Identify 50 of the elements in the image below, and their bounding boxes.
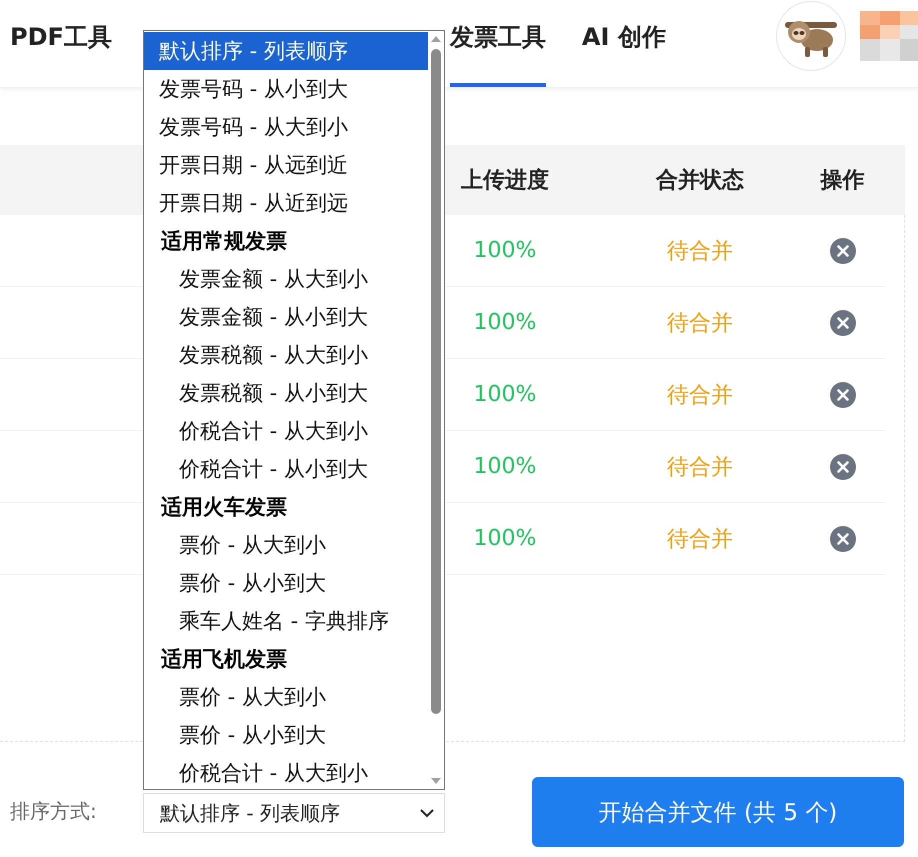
dropdown-option[interactable]: 价税合计 - 从大到小: [144, 754, 428, 789]
remove-icon[interactable]: [830, 238, 856, 264]
option-group-label: 适用火车发票: [160, 494, 288, 521]
progress-cell-text: 100%: [472, 238, 538, 263]
nav-tab[interactable]: PDF工具: [10, 0, 112, 87]
progress-cell-text: 100%: [472, 454, 538, 479]
status-cell-text: 待合并: [666, 454, 734, 482]
progress-cell-text: 100%: [472, 382, 538, 407]
dropdown-option[interactable]: 默认排序 - 列表顺序: [144, 32, 428, 70]
scroll-down-icon[interactable]: [431, 778, 441, 784]
dropdown-option[interactable]: 发票金额 - 从小到大: [144, 298, 428, 336]
status-cell-text: 待合并: [666, 238, 734, 266]
remove-icon[interactable]: [830, 526, 856, 552]
sort-label: 排序方式:: [10, 798, 97, 825]
dropdown-option[interactable]: 票价 - 从小到大: [144, 564, 428, 602]
dropdown-option[interactable]: 发票金额 - 从大到小: [144, 260, 428, 298]
remove-icon[interactable]: [830, 454, 856, 480]
dropdown-option[interactable]: 票价 - 从大到小: [144, 678, 428, 716]
column-header: 上传进度: [460, 166, 550, 195]
remove-icon[interactable]: [830, 310, 856, 336]
dropdown-option[interactable]: 发票号码 - 从小到大: [144, 70, 428, 108]
scrollbar-thumb[interactable]: [431, 49, 441, 714]
dropdown-option[interactable]: 乘车人姓名 - 字典排序: [144, 602, 428, 640]
sort-select[interactable]: 默认排序 - 列表顺序: [143, 793, 445, 833]
status-cell-text: 待合并: [666, 526, 734, 554]
nav-tab[interactable]: AI 创作: [582, 0, 666, 87]
option-group-label: 适用飞机发票: [160, 646, 288, 673]
dropdown-option[interactable]: 票价 - 从小到大: [144, 716, 428, 754]
merge-button[interactable]: 开始合并文件 (共 5 个): [532, 777, 904, 847]
scroll-up-icon[interactable]: [431, 36, 441, 42]
column-header: 合并状态: [654, 167, 745, 195]
column-header: 操作: [819, 167, 866, 195]
dropdown-option[interactable]: 发票号码 - 从大到小: [144, 108, 428, 146]
dropdown-option[interactable]: 发票税额 - 从小到大: [144, 374, 428, 412]
status-cell-text: 待合并: [666, 382, 734, 410]
dropdown-option[interactable]: 发票税额 - 从大到小: [144, 336, 428, 374]
remove-icon[interactable]: [830, 382, 856, 408]
dropdown-option[interactable]: 开票日期 - 从近到远: [144, 184, 428, 222]
progress-cell-text: 100%: [472, 526, 538, 551]
chevron-down-icon: [420, 808, 434, 818]
dropdown-option[interactable]: 票价 - 从大到小: [144, 526, 428, 564]
status-cell-text: 待合并: [666, 310, 734, 338]
sloth-avatar-icon[interactable]: [776, 0, 846, 70]
nav-tab[interactable]: 发票工具: [450, 0, 546, 87]
dropdown-option[interactable]: 价税合计 - 从大到小: [144, 412, 428, 450]
progress-cell-text: 100%: [472, 310, 538, 335]
option-group-label: 适用常规发票: [160, 228, 288, 255]
redacted-username-icon: [860, 10, 918, 60]
dropdown-option[interactable]: 开票日期 - 从远到近: [144, 146, 428, 184]
dropdown-option[interactable]: 价税合计 - 从小到大: [144, 450, 428, 488]
